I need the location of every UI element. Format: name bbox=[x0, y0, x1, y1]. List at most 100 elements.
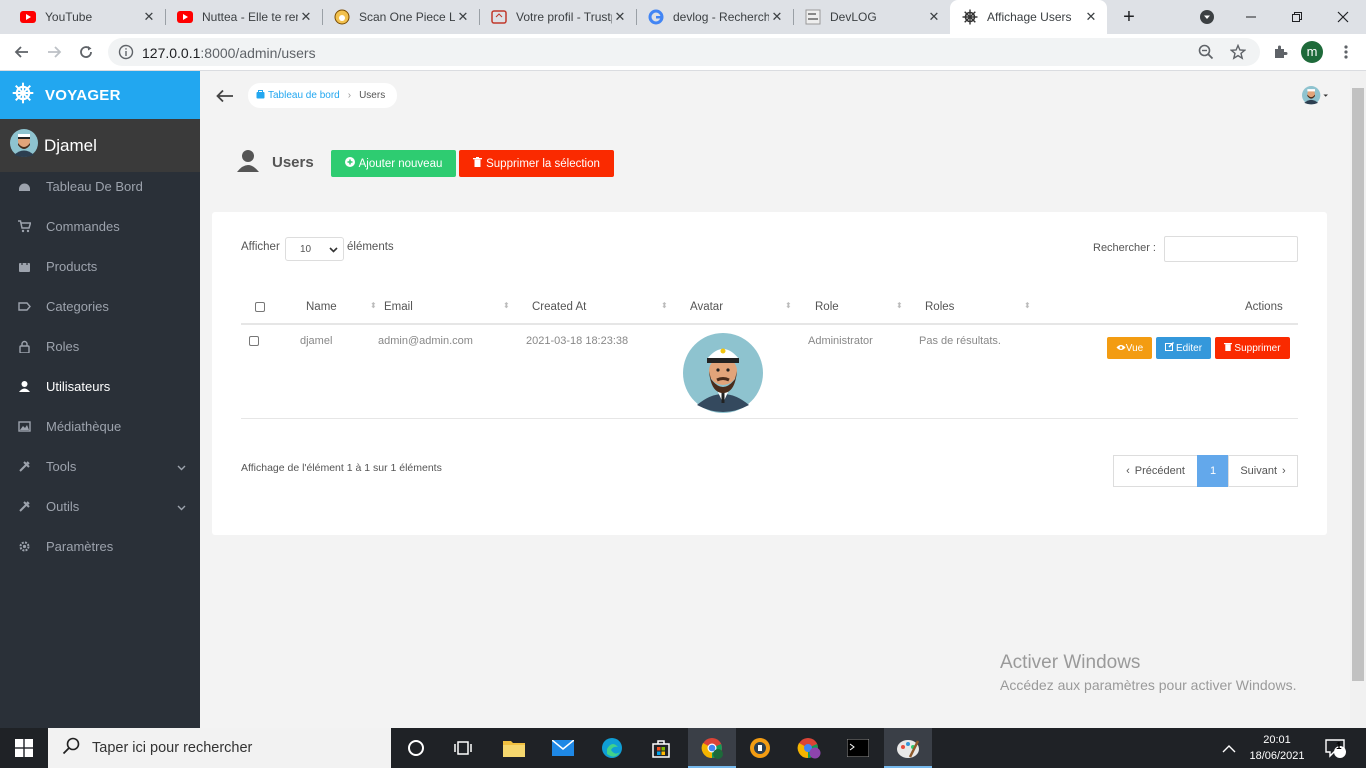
taskbar-search[interactable]: Taper ici pour rechercher bbox=[48, 728, 391, 768]
pagination-next[interactable]: Suivant › bbox=[1228, 455, 1298, 487]
sidebar-menu: Tableau De Bord Commandes Products Categ… bbox=[0, 166, 200, 566]
chrome-icon bbox=[701, 737, 723, 764]
omnibox[interactable]: 127.0.0.1:8000/admin/users bbox=[108, 38, 1260, 66]
brand[interactable]: VOYAGER bbox=[0, 71, 200, 119]
close-window-icon[interactable] bbox=[1320, 0, 1366, 34]
tab-title: devlog - Recherche Google bbox=[673, 10, 769, 24]
tab-devlog[interactable]: DevLOG ✕ bbox=[793, 0, 950, 34]
back-icon[interactable] bbox=[10, 40, 34, 64]
notification-center-icon[interactable]: 1 bbox=[1325, 728, 1347, 768]
search-input[interactable] bbox=[1164, 236, 1298, 262]
user-menu[interactable] bbox=[1302, 84, 1328, 113]
tray-chevron-up-icon[interactable] bbox=[1222, 728, 1236, 768]
sidebar-item-tools[interactable]: Tools bbox=[0, 446, 200, 486]
pagination-page-1[interactable]: 1 bbox=[1197, 455, 1229, 487]
taskbar-paint-active[interactable] bbox=[884, 728, 932, 768]
column-header-avatar[interactable]: Avatar bbox=[690, 301, 723, 313]
sidebar-item-utilisateurs[interactable]: Utilisateurs bbox=[0, 366, 200, 406]
sidebar-profile[interactable]: Djamel bbox=[0, 119, 200, 172]
column-header-roles[interactable]: Roles bbox=[925, 301, 954, 313]
sidebar-item-mediatheque[interactable]: Médiathèque bbox=[0, 406, 200, 446]
column-header-created-at[interactable]: Created At bbox=[532, 301, 586, 313]
windows-start-icon[interactable] bbox=[12, 736, 36, 760]
page-scrollbar[interactable] bbox=[1350, 71, 1366, 728]
sort-icon[interactable]: ⬍ bbox=[503, 301, 510, 310]
breadcrumb-home[interactable]: Tableau de bord bbox=[268, 90, 340, 101]
tools-icon bbox=[18, 460, 31, 473]
tools-icon bbox=[18, 500, 31, 513]
forward-icon[interactable] bbox=[42, 40, 66, 64]
edge-icon[interactable] bbox=[600, 736, 624, 760]
mail-icon[interactable] bbox=[551, 736, 575, 760]
show-label: Afficher bbox=[241, 241, 280, 253]
browser-menu-icon[interactable] bbox=[1334, 40, 1358, 64]
page-size-select[interactable]: 10 bbox=[285, 237, 344, 261]
store-icon[interactable] bbox=[649, 736, 673, 760]
sort-icon[interactable]: ⬍ bbox=[661, 301, 668, 310]
info-icon[interactable] bbox=[118, 44, 134, 65]
back-arrow-icon[interactable] bbox=[216, 87, 234, 108]
clock-date: 18/06/2021 bbox=[1249, 750, 1305, 762]
breadcrumb-current: Users bbox=[359, 90, 386, 101]
tab-one-piece[interactable]: Scan One Piece Lecture ✕ bbox=[322, 0, 479, 34]
page-title: Users bbox=[272, 154, 314, 171]
close-tab-icon[interactable]: ✕ bbox=[769, 9, 785, 25]
close-tab-icon[interactable]: ✕ bbox=[926, 9, 942, 25]
taskbar-search-placeholder: Taper ici pour rechercher bbox=[92, 740, 253, 756]
cell-roles: Pas de résultats. bbox=[919, 335, 1001, 347]
tab-search-icon[interactable] bbox=[1184, 0, 1230, 34]
extensions-icon[interactable] bbox=[1268, 40, 1292, 64]
restore-icon[interactable] bbox=[1274, 0, 1320, 34]
file-explorer-icon[interactable] bbox=[502, 736, 526, 760]
terminal-icon[interactable] bbox=[846, 736, 870, 760]
close-tab-icon[interactable]: ✕ bbox=[298, 9, 314, 25]
delete-selection-button[interactable]: Supprimer la sélection bbox=[459, 150, 614, 177]
tab-nuttea[interactable]: Nuttea - Elle te rend dingue ✕ bbox=[165, 0, 322, 34]
column-header-actions: Actions bbox=[1245, 301, 1283, 313]
view-button[interactable]: Vue bbox=[1107, 337, 1152, 359]
close-tab-icon[interactable]: ✕ bbox=[612, 9, 628, 25]
sidebar-item-tableau-de-bord[interactable]: Tableau De Bord bbox=[0, 166, 200, 206]
close-tab-icon[interactable]: ✕ bbox=[1083, 9, 1099, 25]
trash-icon bbox=[1224, 342, 1233, 354]
sort-icon[interactable]: ⬍ bbox=[896, 301, 903, 310]
close-tab-icon[interactable]: ✕ bbox=[141, 9, 157, 25]
sort-icon[interactable]: ⬍ bbox=[370, 301, 377, 310]
sidebar-item-categories[interactable]: Categories bbox=[0, 286, 200, 326]
column-header-name[interactable]: Name bbox=[306, 301, 337, 313]
tab-youtube[interactable]: YouTube ✕ bbox=[8, 0, 165, 34]
sidebar-item-outils[interactable]: Outils bbox=[0, 486, 200, 526]
cortana-icon[interactable] bbox=[404, 736, 428, 760]
bookmark-star-icon[interactable] bbox=[1229, 43, 1247, 65]
task-view-icon[interactable] bbox=[452, 736, 476, 760]
chrome-profile-icon[interactable] bbox=[797, 736, 821, 760]
sort-icon[interactable]: ⬍ bbox=[785, 301, 792, 310]
zoom-icon[interactable] bbox=[1198, 44, 1214, 65]
taskbar-chrome-active[interactable] bbox=[688, 728, 736, 768]
delete-button[interactable]: Supprimer bbox=[1215, 337, 1290, 359]
tab-google[interactable]: devlog - Recherche Google ✕ bbox=[636, 0, 793, 34]
sidebar-item-roles[interactable]: Roles bbox=[0, 326, 200, 366]
vpn-shield-icon[interactable] bbox=[748, 736, 772, 760]
cell-name: djamel bbox=[300, 335, 333, 347]
close-tab-icon[interactable]: ✕ bbox=[455, 9, 471, 25]
sidebar-item-products[interactable]: Products bbox=[0, 246, 200, 286]
reload-icon[interactable] bbox=[74, 40, 98, 64]
profile-avatar[interactable]: m bbox=[1301, 41, 1323, 63]
sidebar-item-parametres[interactable]: Paramètres bbox=[0, 526, 200, 566]
minimize-icon[interactable] bbox=[1228, 0, 1274, 34]
column-header-email[interactable]: Email bbox=[384, 301, 413, 313]
sidebar-item-commandes[interactable]: Commandes bbox=[0, 206, 200, 246]
pagination-prev[interactable]: ‹ Précédent bbox=[1113, 455, 1198, 487]
row-checkbox[interactable] bbox=[249, 336, 259, 346]
select-all-checkbox[interactable] bbox=[255, 302, 265, 312]
tab-affichage-users[interactable]: Affichage Users ✕ bbox=[950, 0, 1107, 34]
add-new-button[interactable]: Ajouter nouveau bbox=[331, 150, 456, 177]
new-tab-button[interactable]: + bbox=[1106, 0, 1152, 34]
sort-icon[interactable]: ⬍ bbox=[1024, 301, 1031, 310]
column-header-role[interactable]: Role bbox=[815, 301, 839, 313]
tab-trustpilot[interactable]: Votre profil - Trustpilot ✕ bbox=[479, 0, 636, 34]
scrollbar-thumb[interactable] bbox=[1352, 88, 1364, 681]
taskbar-clock[interactable]: 20:01 18/06/2021 bbox=[1244, 732, 1310, 764]
edit-button[interactable]: Editer bbox=[1156, 337, 1211, 359]
